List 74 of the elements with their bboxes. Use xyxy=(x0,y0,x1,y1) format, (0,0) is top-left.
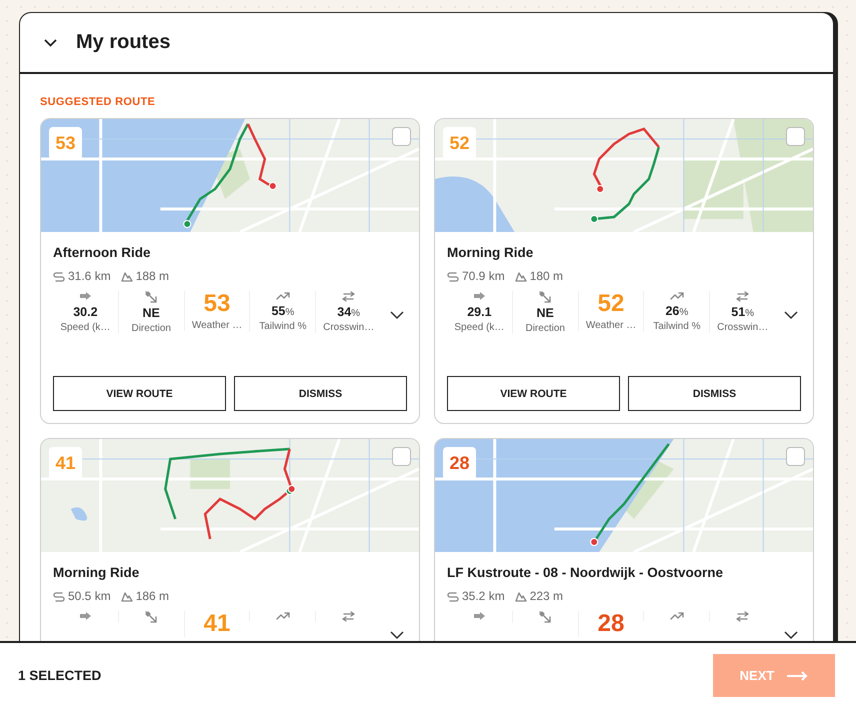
weather-score: 41 xyxy=(204,611,230,637)
dismiss-button[interactable]: DISMISS xyxy=(628,376,801,411)
wind-speed-icon xyxy=(78,291,92,302)
select-checkbox[interactable] xyxy=(392,127,411,146)
direction-arrow-icon xyxy=(538,611,552,623)
stat-label: Speed (k… xyxy=(454,322,504,333)
mountain-icon xyxy=(514,590,527,602)
stat-value: 51% xyxy=(731,305,754,319)
route-name: Afternoon Ride xyxy=(53,245,152,260)
direction-arrow-icon xyxy=(144,611,158,623)
route-icon xyxy=(53,590,65,602)
elevation-text: 180 m xyxy=(530,269,564,283)
score-badge: 53 xyxy=(49,127,82,160)
route-icon xyxy=(53,270,65,282)
select-checkbox[interactable] xyxy=(786,447,805,466)
stat-label: Crosswin… xyxy=(323,322,374,333)
view-route-button[interactable]: VIEW ROUTE xyxy=(447,376,620,411)
wind-speed-icon xyxy=(472,611,486,622)
elevation-text: 188 m xyxy=(136,269,170,283)
weather-score: 53 xyxy=(204,291,230,317)
weather-score: 28 xyxy=(598,611,624,637)
distance-text: 70.9 km xyxy=(462,269,505,283)
swap-arrows-icon xyxy=(342,291,356,302)
stat-value: NE xyxy=(536,306,554,320)
trend-up-icon xyxy=(276,611,290,621)
view-route-button[interactable]: VIEW ROUTE xyxy=(53,376,226,411)
route-name: LF Kustroute - 08 - Noordwijk - Oostvoorne xyxy=(447,565,724,580)
stat-value: 55% xyxy=(271,304,294,318)
stat-value: 34% xyxy=(337,305,360,319)
stat-label: Weather … xyxy=(192,320,242,331)
trend-up-icon xyxy=(670,611,684,621)
stat-label: Tailwind % xyxy=(653,321,700,332)
distance-text: 35.2 km xyxy=(462,589,505,603)
mountain-icon xyxy=(514,270,527,282)
route-name: Morning Ride xyxy=(447,245,534,260)
distance-text: 50.5 km xyxy=(68,589,111,603)
weather-score: 52 xyxy=(598,291,624,317)
select-checkbox[interactable] xyxy=(392,447,411,466)
elevation-text: 223 m xyxy=(530,589,564,603)
stat-label: Direction xyxy=(525,323,565,334)
direction-arrow-icon xyxy=(538,291,552,303)
stat-label: Crosswin… xyxy=(717,322,768,333)
distance-text: 31.6 km xyxy=(68,269,111,283)
section-label: SUGGESTED ROUTE xyxy=(40,96,156,108)
wind-speed-icon xyxy=(78,611,92,622)
panel-title: My routes xyxy=(76,31,170,54)
stat-value: NE xyxy=(142,306,160,320)
stat-value: 29.1 xyxy=(467,305,492,319)
stat-value: 30.2 xyxy=(73,305,98,319)
score-badge: 41 xyxy=(49,447,82,480)
select-checkbox[interactable] xyxy=(786,127,805,146)
dismiss-button[interactable]: DISMISS xyxy=(234,376,407,411)
mountain-icon xyxy=(120,590,133,602)
stat-label: Weather … xyxy=(586,320,636,331)
stat-label: Speed (k… xyxy=(60,322,110,333)
trend-up-icon xyxy=(670,291,684,301)
mountain-icon xyxy=(120,270,133,282)
stat-value: 26% xyxy=(665,304,688,318)
stat-label: Direction xyxy=(131,323,171,334)
swap-arrows-icon xyxy=(736,611,750,622)
route-icon xyxy=(447,270,459,282)
trend-up-icon xyxy=(276,291,290,301)
selection-count: 1 SELECTED xyxy=(18,668,102,683)
score-badge: 28 xyxy=(443,447,476,480)
route-name: Morning Ride xyxy=(53,565,140,580)
elevation-text: 186 m xyxy=(136,589,170,603)
wind-speed-icon xyxy=(472,291,486,302)
route-icon xyxy=(447,590,459,602)
score-badge: 52 xyxy=(443,127,476,160)
arrow-right-icon xyxy=(786,670,808,680)
stat-label: Tailwind % xyxy=(259,321,306,332)
swap-arrows-icon xyxy=(736,291,750,302)
direction-arrow-icon xyxy=(144,291,158,303)
swap-arrows-icon xyxy=(342,611,356,622)
